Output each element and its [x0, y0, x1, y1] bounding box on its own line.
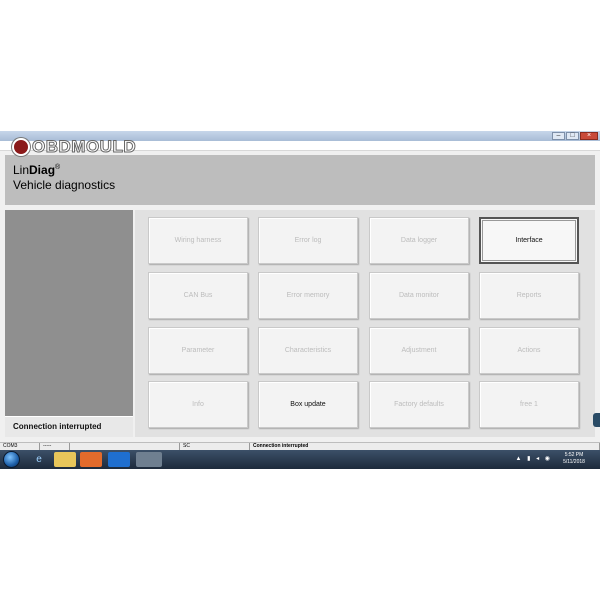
clock-time: 5:52 PM [564, 452, 584, 458]
system-tray[interactable]: ▲ ▮ ◂ ◉ [516, 455, 553, 462]
function-grid: Wiring harness Error log Data logger Interf… [135, 210, 595, 437]
app-subtitle: Vehicle diagnostics [13, 178, 116, 192]
function-button-reports[interactable]: Reports [479, 272, 579, 319]
watermark-logo: OBDMOULD [12, 137, 136, 157]
maximize-button[interactable]: □ [566, 132, 579, 140]
function-button-characteristics[interactable]: Characteristics [258, 327, 358, 374]
taskbar-clock[interactable]: 5:52 PM 5/11/2018 [554, 452, 594, 466]
left-panel [5, 210, 133, 437]
folder-icon[interactable] [54, 452, 76, 467]
function-button-error-log[interactable]: Error log [258, 217, 358, 264]
media-player-icon[interactable] [80, 452, 102, 467]
function-button-data-logger[interactable]: Data logger [369, 217, 469, 264]
close-button[interactable]: × [580, 132, 598, 140]
function-button-info[interactable]: Info [148, 381, 248, 428]
teamviewer-icon[interactable] [108, 452, 130, 467]
logo-mark-icon [12, 138, 30, 156]
function-button-parameter[interactable]: Parameter [148, 327, 248, 374]
status-bar: COM3 ----- SC Connection interrupted [0, 442, 600, 451]
app-screen: – □ × OBDMOULD LinDiag® Vehicle diagnost… [0, 131, 600, 469]
taskbar: e ▲ ▮ ◂ ◉ 5:52 PM 5/11/2018 [0, 450, 600, 469]
logo-text: OBDMOULD [31, 137, 137, 157]
browser-icon[interactable]: e [28, 452, 50, 467]
clock-date: 5/11/2018 [563, 459, 585, 465]
connection-status: Connection interrupted [5, 416, 133, 437]
app-header: LinDiag® Vehicle diagnostics [5, 155, 595, 205]
function-button-factory-defaults[interactable]: Factory defaults [369, 381, 469, 428]
function-button-wiring-harness[interactable]: Wiring harness [148, 217, 248, 264]
app-title-bold: Diag [29, 163, 56, 177]
function-button-free-1[interactable]: free 1 [479, 381, 579, 428]
start-button[interactable] [3, 451, 20, 468]
function-button-actions[interactable]: Actions [479, 327, 579, 374]
function-button-box-update[interactable]: Box update [258, 381, 358, 428]
function-button-data-monitor[interactable]: Data monitor [369, 272, 469, 319]
app-title: LinDiag® [13, 161, 587, 177]
app-title-plain: Lin [13, 163, 30, 177]
function-button-error-memory[interactable]: Error memory [258, 272, 358, 319]
registered-mark: ® [55, 164, 61, 171]
lindiag-taskbar-icon[interactable] [136, 452, 162, 467]
function-button-interface[interactable]: Interface [479, 217, 579, 264]
function-button-adjustment[interactable]: Adjustment [369, 327, 469, 374]
minimize-button[interactable]: – [552, 132, 565, 140]
side-tab-handle[interactable] [593, 413, 600, 427]
function-button-can-bus[interactable]: CAN Bus [148, 272, 248, 319]
